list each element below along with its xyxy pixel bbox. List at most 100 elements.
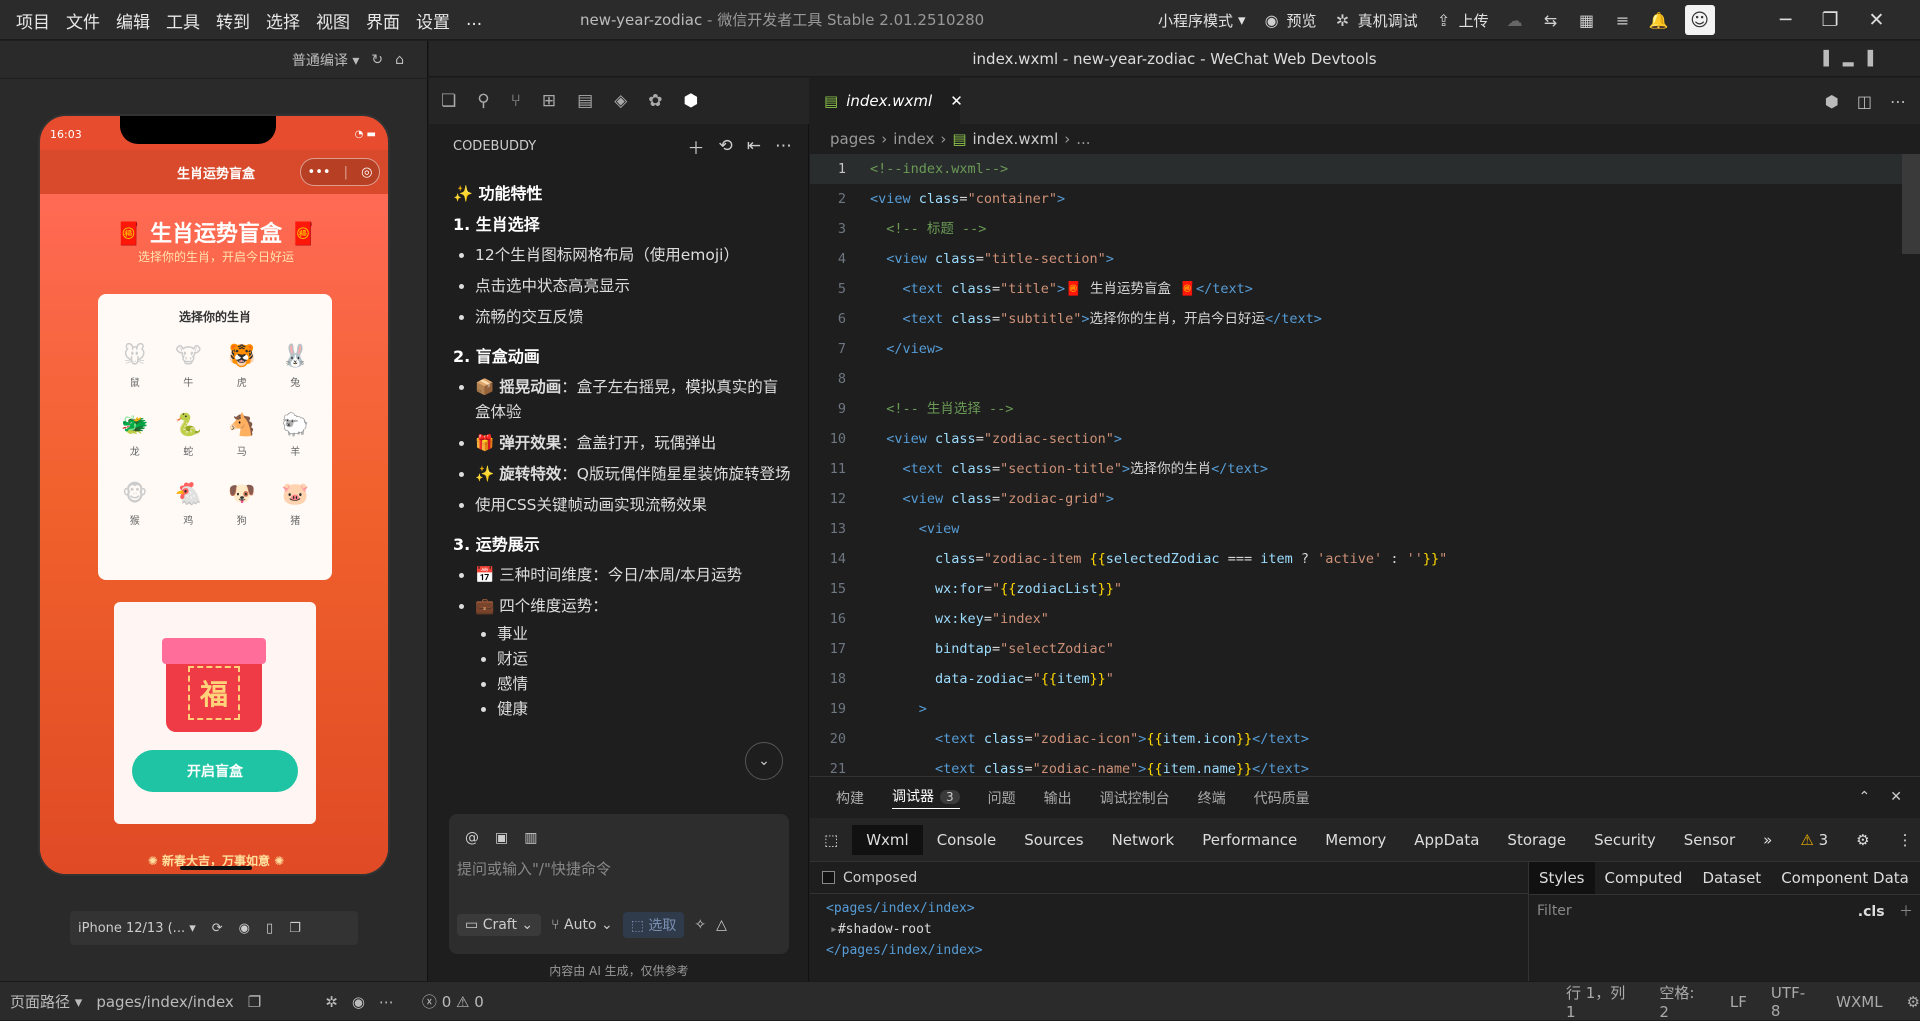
menu-select[interactable]: 选择 [258,8,308,33]
real-device-debug-button[interactable]: ✲ 真机调试 [1333,10,1418,31]
tab-sources[interactable]: Sources [1010,825,1097,855]
tab-code-quality[interactable]: 代码质量 [1254,788,1310,808]
search-icon[interactable]: ⚲ [477,91,489,111]
maximize-icon[interactable]: ❐ [1821,9,1838,31]
refresh-icon[interactable]: ↻ [371,52,383,68]
tab-memory[interactable]: Memory [1311,825,1400,855]
history-icon[interactable]: ⟲ [719,136,733,156]
more-icon[interactable]: ••• [308,165,331,180]
auto-model-dropdown[interactable]: ⑂ Auto ⌄ [551,917,613,933]
menu-interface[interactable]: 界面 [358,8,408,33]
tree-node[interactable]: <pages/index/index> [826,898,1506,919]
zodiac-item-dog[interactable]: 🐶 狗 [215,482,269,527]
maximize-panel-icon[interactable]: ⌃ [1859,789,1871,805]
chat-input-placeholder[interactable]: 提问或输入"/"快捷命令 [457,858,611,879]
book-icon[interactable]: ▥ [524,830,537,846]
tab-wxml[interactable]: Wxml [852,824,923,855]
menu-view[interactable]: 视图 [308,8,358,33]
menu-tools[interactable]: 工具 [158,8,208,33]
kebab-icon[interactable]: ⋮ [1884,825,1920,855]
add-icon[interactable]: ＋ [688,134,705,159]
tab-console[interactable]: Console [923,825,1011,855]
plugin-icon[interactable]: ✿ [648,91,662,111]
split-editor-icon[interactable]: ◫ [1857,92,1872,111]
menu-file[interactable]: 文件 [58,8,108,33]
indentation[interactable]: 空格: 2 [1659,982,1706,1021]
filter-input[interactable]: Filter [1537,903,1572,919]
collapse-icon[interactable]: ⇤ [747,136,761,156]
sparkle-icon[interactable]: ✧ [694,917,706,933]
tab-storage[interactable]: Storage [1493,825,1580,855]
zodiac-item-tiger[interactable]: 🐯 虎 [215,344,269,389]
send-icon[interactable]: △ [716,917,727,933]
breadcrumb-item[interactable]: pages [830,130,875,148]
menu-goto[interactable]: 转到 [208,8,258,33]
menu-settings[interactable]: 设置 [408,8,458,33]
explorer-icon[interactable]: ❏ [441,91,456,111]
more-icon[interactable]: ⋯ [379,993,394,1011]
tab-debugger[interactable]: 调试器 3 [892,786,960,809]
switch-icon[interactable]: ⇆ [1541,10,1561,30]
more-tabs-icon[interactable]: » [1749,825,1786,855]
docker-icon[interactable]: ◈ [614,91,627,111]
mode-dropdown[interactable]: 小程序模式 ▾ [1158,10,1246,31]
source-control-icon[interactable]: ⑂ [511,91,521,111]
bell-icon[interactable]: 🔔 [1649,10,1669,30]
phone-icon[interactable]: ▯ [266,921,273,936]
eye-icon[interactable]: ◉ [352,993,365,1011]
tab-debug-console[interactable]: 调试控制台 [1100,788,1170,808]
menu-more[interactable]: ... [458,10,490,30]
rotate-icon[interactable]: ⟳ [212,921,223,936]
codebuddy-icon[interactable]: ⬢ [684,91,699,111]
expand-icon[interactable]: ▸ [830,922,838,937]
tree-node[interactable]: ▸#shadow-root [826,919,1506,940]
editor-scrollbar[interactable] [1902,154,1920,254]
minimize-icon[interactable]: ─ [1780,9,1791,31]
tab-output[interactable]: 输出 [1044,788,1072,808]
preview-button[interactable]: ◉ 预览 [1262,10,1317,31]
layout-icon[interactable]: ▦ [1577,10,1597,30]
toggle-panel-icon[interactable]: ▂ [1843,51,1854,67]
encoding[interactable]: UTF-8 [1771,984,1812,1020]
warnings-indicator[interactable]: ⚠ 3 [1786,825,1842,855]
breadcrumb-item[interactable]: index [893,130,934,148]
upload-button[interactable]: ⇪ 上传 [1434,10,1489,31]
more-actions-icon[interactable]: ⋯ [1890,92,1906,111]
tab-terminal[interactable]: 终端 [1198,788,1226,808]
breadcrumb-item[interactable]: ... [1076,130,1090,148]
menu-edit[interactable]: 编辑 [108,8,158,33]
select-element-button[interactable]: ⬚ 选取 [622,912,685,938]
image-icon[interactable]: ▣ [495,830,508,846]
page-path-dropdown[interactable]: 页面路径 ▾ [10,991,82,1012]
tab-sensor[interactable]: Sensor [1670,825,1749,855]
zodiac-item-monkey[interactable]: 🐵 猴 [108,482,162,527]
tab-performance[interactable]: Performance [1188,825,1311,855]
inspect-icon[interactable]: ⬚ [810,825,852,855]
zodiac-item-rooster[interactable]: 🐔 鸡 [162,482,216,527]
code-editor[interactable]: 1 <!--index.wxml--> 2 <view class="contain… [810,154,1920,776]
tab-component-data[interactable]: Component Data [1771,862,1919,894]
tab-dataset[interactable]: Dataset [1692,862,1771,894]
tab-appdata[interactable]: AppData [1400,825,1493,855]
tab-computed[interactable]: Computed [1595,862,1693,894]
mention-icon[interactable]: @ [465,830,479,846]
close-target-icon[interactable]: ◎ [361,165,372,180]
extensions-icon[interactable]: ⊞ [542,91,556,111]
window-icon[interactable]: ❐ [289,921,301,936]
close-panel-icon[interactable]: ✕ [1890,789,1902,805]
device-dropdown[interactable]: iPhone 12/13 (... ▾ [78,921,196,936]
capsule-button[interactable]: ••• | ◎ [300,158,380,186]
avatar[interactable]: ☺ [1684,5,1715,35]
scroll-down-button[interactable]: ⌄ [745,742,783,780]
tree-node[interactable]: </pages/index/index> [826,940,1506,961]
tab-index-wxml[interactable]: ▤ index.wxml ✕ [810,78,963,124]
bug-icon[interactable]: ✲ [325,993,338,1011]
composed-checkbox[interactable] [822,871,835,884]
zodiac-item-dragon[interactable]: 🐲 龙 [108,413,162,458]
tab-build[interactable]: 构建 [836,788,864,808]
breadcrumb-item[interactable]: index.wxml [973,130,1059,148]
zodiac-item-snake[interactable]: 🐍 蛇 [162,413,216,458]
zodiac-item-rat[interactable]: 🐭 鼠 [108,344,162,389]
zodiac-item-ox[interactable]: 🐮 牛 [162,344,216,389]
language-mode[interactable]: WXML [1836,993,1882,1011]
